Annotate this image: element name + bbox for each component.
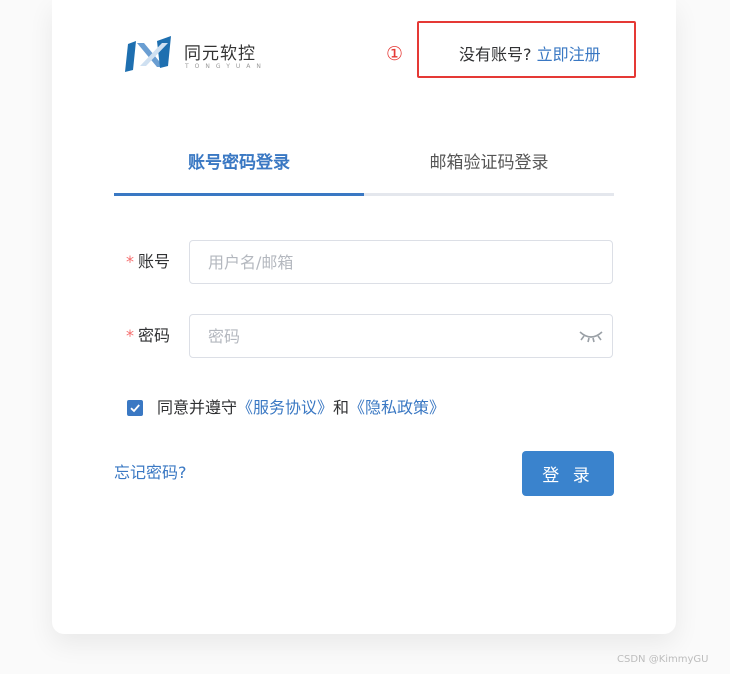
watermark: CSDN @KimmyGU <box>617 654 709 665</box>
agree-checkbox[interactable] <box>127 400 143 416</box>
account-label-text: 账号 <box>138 252 171 271</box>
register-link[interactable]: 立即注册 <box>537 45 601 64</box>
password-label-text: 密码 <box>138 326 171 345</box>
forgot-password-link[interactable]: 忘记密码? <box>114 463 187 483</box>
agreement-text: 同意并遵守《服务协议》和《隐私政策》 <box>157 398 445 418</box>
register-row: 没有账号? 立即注册 <box>459 45 601 65</box>
agreement-prefix: 同意并遵守 <box>157 398 238 417</box>
required-mark: * <box>126 252 134 271</box>
login-button[interactable]: 登 录 <box>522 451 614 496</box>
password-label: * 密码 <box>126 326 170 346</box>
tab-password-login[interactable]: 账号密码登录 <box>114 151 364 175</box>
brand-logo-mark <box>125 36 171 72</box>
service-agreement-link[interactable]: 《服务协议》 <box>237 398 333 417</box>
brand-logo: 同元软控 TONGYUAN <box>124 34 284 74</box>
password-input[interactable] <box>190 315 612 357</box>
tab-active-indicator <box>114 193 364 196</box>
account-field <box>189 240 613 284</box>
register-prompt: 没有账号? <box>459 45 532 64</box>
tab-email-code-login[interactable]: 邮箱验证码登录 <box>364 151 614 175</box>
check-icon <box>130 404 140 413</box>
privacy-policy-link[interactable]: 《隐私政策》 <box>349 398 445 417</box>
login-tabs: 账号密码登录 邮箱验证码登录 <box>114 144 614 198</box>
required-mark: * <box>126 326 134 345</box>
agreement-joiner: 和 <box>333 398 350 417</box>
eye-closed-icon[interactable] <box>578 327 604 349</box>
password-field <box>189 314 613 358</box>
account-label: * 账号 <box>126 252 170 272</box>
brand-name: 同元软控 <box>184 44 256 64</box>
account-input[interactable] <box>190 241 612 283</box>
brand-subtitle: TONGYUAN <box>185 63 267 70</box>
annotation-number: ① <box>386 43 404 65</box>
